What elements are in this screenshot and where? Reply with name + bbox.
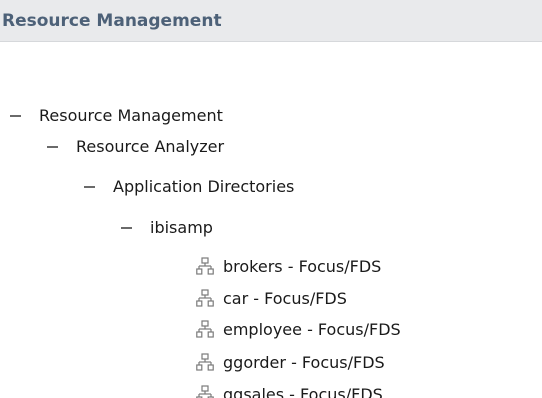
tree-leaf-label: employee - Focus/FDS: [223, 319, 401, 339]
collapse-icon[interactable]: [83, 178, 97, 194]
panel-header: Resource Management: [0, 0, 542, 42]
hierarchy-icon: [196, 289, 214, 307]
tree-leaf-employee[interactable]: employee - Focus/FDS: [196, 314, 401, 344]
panel-title: Resource Management: [2, 10, 222, 31]
tree-leaf-label: ggsales - Focus/FDS: [223, 384, 383, 398]
tree-leaf-brokers[interactable]: brokers - Focus/FDS: [196, 251, 381, 281]
collapse-icon[interactable]: [120, 219, 134, 235]
hierarchy-icon: [196, 353, 214, 371]
tree-leaf-label: brokers - Focus/FDS: [223, 256, 382, 276]
tree-node-application-directories[interactable]: Application Directories: [83, 171, 294, 201]
tree-leaf-car[interactable]: car - Focus/FDS: [196, 283, 347, 313]
tree-node-label: Resource Management: [39, 105, 223, 125]
tree-leaf-label: ggorder - Focus/FDS: [223, 352, 385, 372]
resource-management-panel: Resource Management Resource Management …: [0, 0, 542, 398]
tree-leaf-label: car - Focus/FDS: [223, 288, 347, 308]
hierarchy-icon: [196, 385, 214, 398]
tree-leaf-ggorder[interactable]: ggorder - Focus/FDS: [196, 347, 385, 377]
tree-node-label: Application Directories: [113, 176, 295, 196]
tree-leaf-ggsales[interactable]: ggsales - Focus/FDS: [196, 379, 383, 398]
tree-node-ibisamp[interactable]: ibisamp: [120, 212, 213, 242]
tree-node-resource-management[interactable]: Resource Management: [9, 100, 223, 130]
hierarchy-icon: [196, 257, 214, 275]
hierarchy-icon: [196, 320, 214, 338]
collapse-icon[interactable]: [9, 107, 23, 123]
tree-node-label: Resource Analyzer: [76, 136, 225, 156]
tree-node-resource-analyzer[interactable]: Resource Analyzer: [46, 131, 224, 161]
collapse-icon[interactable]: [46, 138, 60, 154]
tree-node-label: ibisamp: [150, 217, 213, 237]
